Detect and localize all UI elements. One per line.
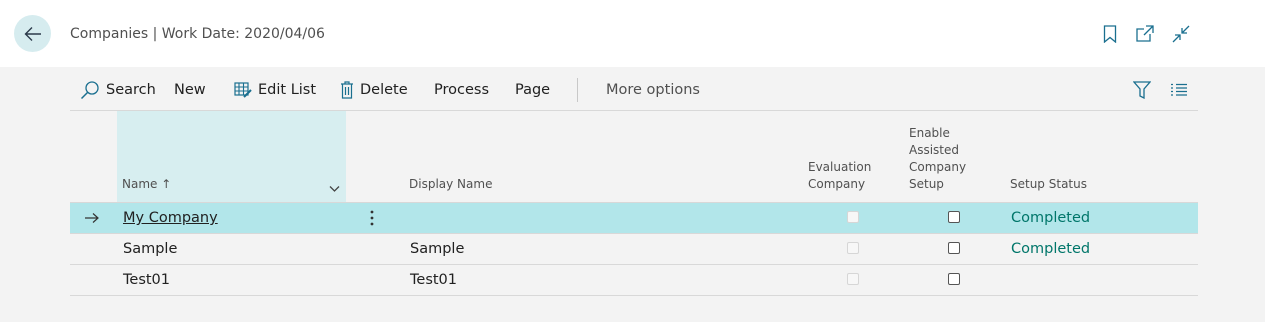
more-options-label: More options — [606, 82, 700, 98]
open-new-window-icon — [1136, 25, 1154, 42]
setup-status-link[interactable]: Completed — [1011, 203, 1090, 233]
evaluation-header-line1: Evaluation — [808, 160, 872, 174]
display-name-column-header[interactable]: Display Name — [409, 176, 492, 193]
setup-status-column-header[interactable]: Setup Status — [1010, 176, 1087, 193]
evaluation-company-checkbox — [847, 242, 859, 254]
list-view-button[interactable] — [1170, 70, 1194, 110]
assisted-header-line3: Company — [909, 160, 967, 174]
filter-icon — [1133, 81, 1151, 99]
assisted-header-line2: Assisted — [909, 143, 960, 157]
table-row[interactable]: Test01 Test01 — [70, 265, 1198, 295]
assisted-setup-checkbox[interactable] — [948, 242, 960, 254]
new-button[interactable]: New — [174, 70, 206, 110]
name-column-label: Name — [122, 177, 158, 191]
filter-button[interactable] — [1133, 70, 1157, 110]
page-title: Companies | Work Date: 2020/04/06 — [70, 26, 325, 42]
page-menu[interactable]: Page — [515, 70, 550, 110]
more-options-button[interactable]: More options — [606, 70, 700, 110]
table-row[interactable]: Sample Sample Completed — [70, 234, 1198, 264]
back-button[interactable] — [14, 15, 51, 52]
assisted-header-line1: Enable — [909, 126, 950, 140]
evaluation-company-checkbox — [847, 273, 859, 285]
row-divider — [70, 295, 1198, 296]
chevron-down-icon — [329, 186, 340, 192]
open-new-window-button[interactable] — [1133, 22, 1157, 46]
collapse-icon — [1172, 25, 1190, 43]
more-vertical-icon — [370, 210, 374, 226]
company-name-cell[interactable]: Sample — [123, 234, 177, 264]
sort-ascending-icon: ↑ — [161, 177, 172, 191]
search-icon — [80, 81, 99, 100]
display-name-cell: Test01 — [410, 272, 458, 288]
bookmark-icon — [1103, 25, 1117, 43]
edit-list-button[interactable]: Edit List — [234, 70, 316, 110]
company-name-cell[interactable]: Test01 — [123, 265, 170, 295]
assisted-setup-checkbox[interactable] — [948, 211, 960, 223]
delete-label: Delete — [360, 82, 408, 98]
action-divider — [577, 78, 578, 102]
new-label: New — [174, 82, 206, 98]
company-name-link[interactable]: My Company — [123, 203, 218, 233]
assisted-setup-checkbox[interactable] — [948, 273, 960, 285]
evaluation-company-checkbox — [847, 211, 859, 223]
page-label: Page — [515, 82, 551, 98]
process-menu[interactable]: Process — [434, 70, 489, 110]
collapse-button[interactable] — [1169, 22, 1193, 46]
evaluation-header-line2: Company — [808, 177, 866, 191]
process-label: Process — [434, 82, 490, 98]
name-column-title[interactable]: Name ↑ — [122, 176, 171, 193]
bookmark-button[interactable] — [1098, 22, 1122, 46]
delete-button[interactable]: Delete — [340, 70, 408, 110]
column-menu-button[interactable] — [329, 178, 340, 197]
assisted-header-line4: Setup — [909, 177, 944, 191]
action-bar: Search New Edit List Delete Process Page… — [70, 70, 1198, 110]
search-label: Search — [106, 82, 156, 98]
arrow-left-icon — [24, 26, 41, 41]
trash-icon — [341, 81, 353, 99]
row-indicator — [84, 203, 100, 233]
setup-status-link[interactable]: Completed — [1011, 234, 1090, 264]
page-header: Companies | Work Date: 2020/04/06 — [0, 0, 1265, 67]
arrow-right-icon — [85, 213, 99, 223]
table-row[interactable]: My Company Completed — [70, 203, 1198, 233]
row-actions-button[interactable] — [370, 203, 374, 233]
search-button[interactable]: Search — [80, 70, 156, 110]
display-name-cell: Sample — [410, 241, 465, 257]
edit-list-icon — [234, 82, 252, 98]
assisted-setup-column-header[interactable]: Enable Assisted Company Setup — [909, 125, 966, 193]
edit-list-label: Edit List — [258, 82, 317, 98]
list-icon — [1171, 83, 1187, 96]
evaluation-company-column-header[interactable]: Evaluation Company — [808, 159, 871, 193]
